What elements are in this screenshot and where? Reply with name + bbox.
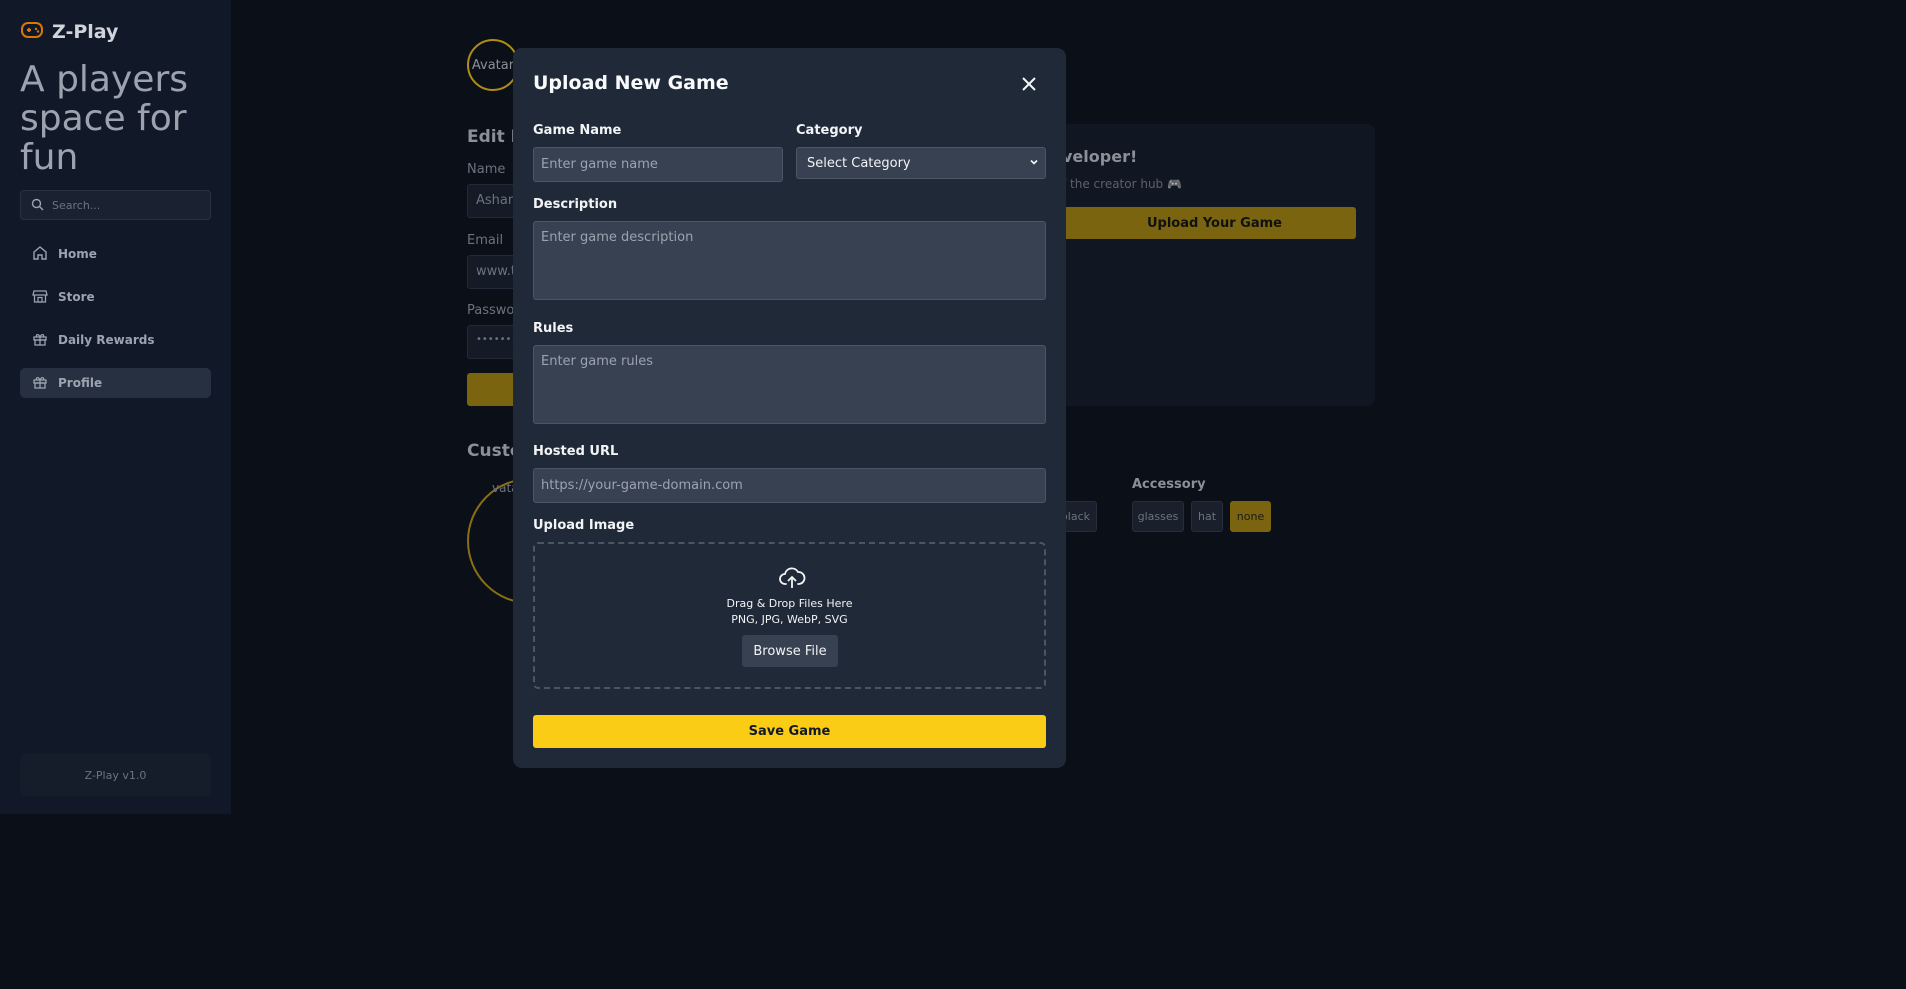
- description-label: Description: [533, 197, 618, 212]
- password-label: Passwor: [467, 303, 520, 318]
- hosted-url-label: Hosted URL: [533, 444, 619, 459]
- accessory-label: Accessory: [1132, 477, 1206, 492]
- sidebar-item-daily-rewards[interactable]: Daily Rewards: [20, 325, 211, 355]
- search-input[interactable]: [52, 198, 192, 212]
- upload-game-modal: Upload New Game Game Name Category Selec…: [513, 48, 1066, 768]
- cloud-upload-icon: [778, 564, 806, 592]
- version-badge: Z-Play v1.0: [20, 754, 211, 796]
- drop-text: Drag & Drop Files Here: [726, 597, 853, 610]
- chip-hat[interactable]: hat: [1191, 501, 1223, 532]
- email-label: Email: [467, 233, 504, 248]
- gift-icon: [32, 374, 48, 393]
- developer-subtitle: f the creator hub 🎮: [1062, 177, 1182, 191]
- sidebar-item-label: Profile: [58, 376, 103, 390]
- image-dropzone[interactable]: Drag & Drop Files Here PNG, JPG, WebP, S…: [533, 542, 1046, 689]
- close-button[interactable]: [1019, 75, 1039, 95]
- avatar: Avatar: [467, 39, 519, 91]
- search-icon: [31, 196, 44, 215]
- save-game-button[interactable]: Save Game: [533, 715, 1046, 748]
- name-label: Name: [467, 162, 506, 177]
- home-icon: [32, 245, 48, 264]
- gift-icon: [32, 331, 48, 350]
- rules-textarea[interactable]: [533, 345, 1046, 424]
- upload-your-game-button[interactable]: Upload Your Game: [1055, 207, 1356, 239]
- sidebar-item-label: Store: [58, 290, 95, 304]
- category-label: Category: [796, 123, 863, 138]
- brand[interactable]: Z-Play: [20, 20, 118, 44]
- chip-glasses[interactable]: glasses: [1132, 501, 1184, 532]
- category-value: Select Category: [807, 155, 911, 171]
- upload-image-label: Upload Image: [533, 518, 635, 533]
- description-textarea[interactable]: [533, 221, 1046, 300]
- sidebar: Z-Play A players space for fun Home Stor…: [0, 0, 231, 814]
- game-name-input[interactable]: [533, 147, 783, 182]
- close-icon: [1022, 76, 1036, 95]
- sidebar-item-profile[interactable]: Profile: [20, 368, 211, 398]
- browse-file-button[interactable]: Browse File: [742, 635, 838, 667]
- developer-title: veloper!: [1062, 147, 1138, 166]
- formats-text: PNG, JPG, WebP, SVG: [731, 613, 848, 626]
- store-icon: [32, 288, 48, 307]
- modal-title: Upload New Game: [533, 72, 729, 94]
- game-name-label: Game Name: [533, 123, 622, 138]
- developer-card: [1045, 124, 1375, 406]
- sidebar-item-home[interactable]: Home: [20, 239, 211, 269]
- gamepad-icon: [20, 20, 44, 44]
- hosted-url-input[interactable]: [533, 468, 1046, 503]
- chip-none[interactable]: none: [1230, 501, 1271, 532]
- rules-label: Rules: [533, 321, 574, 336]
- sidebar-item-label: Home: [58, 247, 97, 261]
- sidebar-item-store[interactable]: Store: [20, 282, 211, 312]
- brand-name: Z-Play: [52, 21, 119, 43]
- tagline: A players space for fun: [20, 59, 188, 178]
- search-box[interactable]: [20, 190, 211, 220]
- sidebar-item-label: Daily Rewards: [58, 333, 155, 347]
- category-select[interactable]: Select Category: [796, 147, 1046, 179]
- chevron-down-icon: [1029, 156, 1039, 171]
